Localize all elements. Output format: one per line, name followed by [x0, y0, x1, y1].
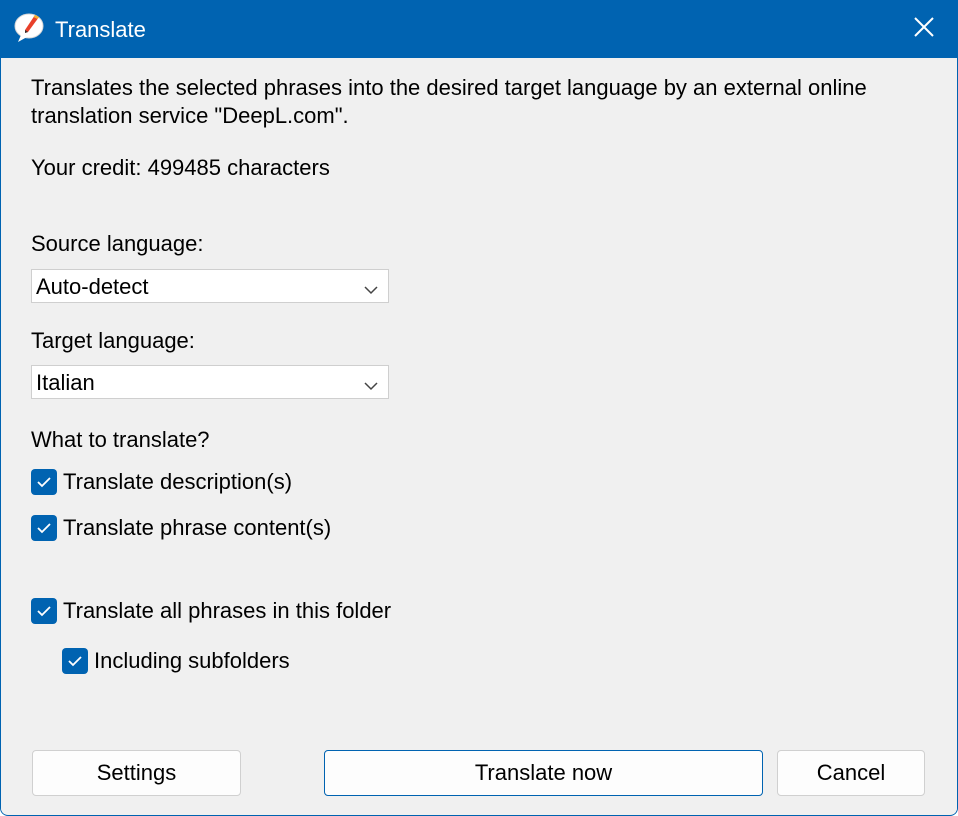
credit-text: Your credit: 499485 characters	[31, 155, 330, 180]
translate-descriptions-label[interactable]: Translate description(s)	[63, 468, 292, 496]
source-language-select[interactable]: Auto-detect	[31, 269, 389, 303]
translate-phrase-content-checkbox[interactable]	[31, 515, 57, 541]
including-subfolders-label[interactable]: Including subfolders	[94, 647, 290, 675]
checkmark-icon	[37, 477, 51, 488]
speech-bubble-pen-icon	[13, 11, 47, 45]
checkmark-icon	[37, 523, 51, 534]
translate-dialog: Translate Translates the selected phrase…	[0, 0, 958, 816]
chevron-down-icon	[364, 378, 378, 391]
translate-now-button[interactable]: Translate now	[324, 750, 763, 796]
translate-all-in-folder-checkbox[interactable]	[31, 598, 57, 624]
target-language-select[interactable]: Italian	[31, 365, 389, 399]
description-text: Translates the selected phrases into the…	[31, 75, 867, 128]
target-language-value: Italian	[36, 370, 95, 395]
close-button[interactable]	[889, 0, 957, 58]
including-subfolders-checkbox[interactable]	[62, 648, 88, 674]
settings-button[interactable]: Settings	[32, 750, 241, 796]
cancel-button[interactable]: Cancel	[777, 750, 925, 796]
translate-all-in-folder-label[interactable]: Translate all phrases in this folder	[63, 597, 391, 625]
translate-descriptions-checkbox[interactable]	[31, 469, 57, 495]
dialog-content: Translates the selected phrases into the…	[1, 58, 957, 814]
window-title: Translate	[55, 17, 146, 42]
target-language-label: Target language:	[31, 328, 195, 353]
translate-phrase-content-label[interactable]: Translate phrase content(s)	[63, 514, 331, 542]
source-language-label: Source language:	[31, 231, 204, 256]
checkmark-icon	[68, 656, 82, 667]
source-language-value: Auto-detect	[36, 274, 149, 299]
checkmark-icon	[37, 606, 51, 617]
close-icon	[913, 16, 935, 43]
title-bar: Translate	[1, 0, 957, 58]
chevron-down-icon	[364, 282, 378, 295]
what-to-translate-heading: What to translate?	[31, 427, 210, 452]
